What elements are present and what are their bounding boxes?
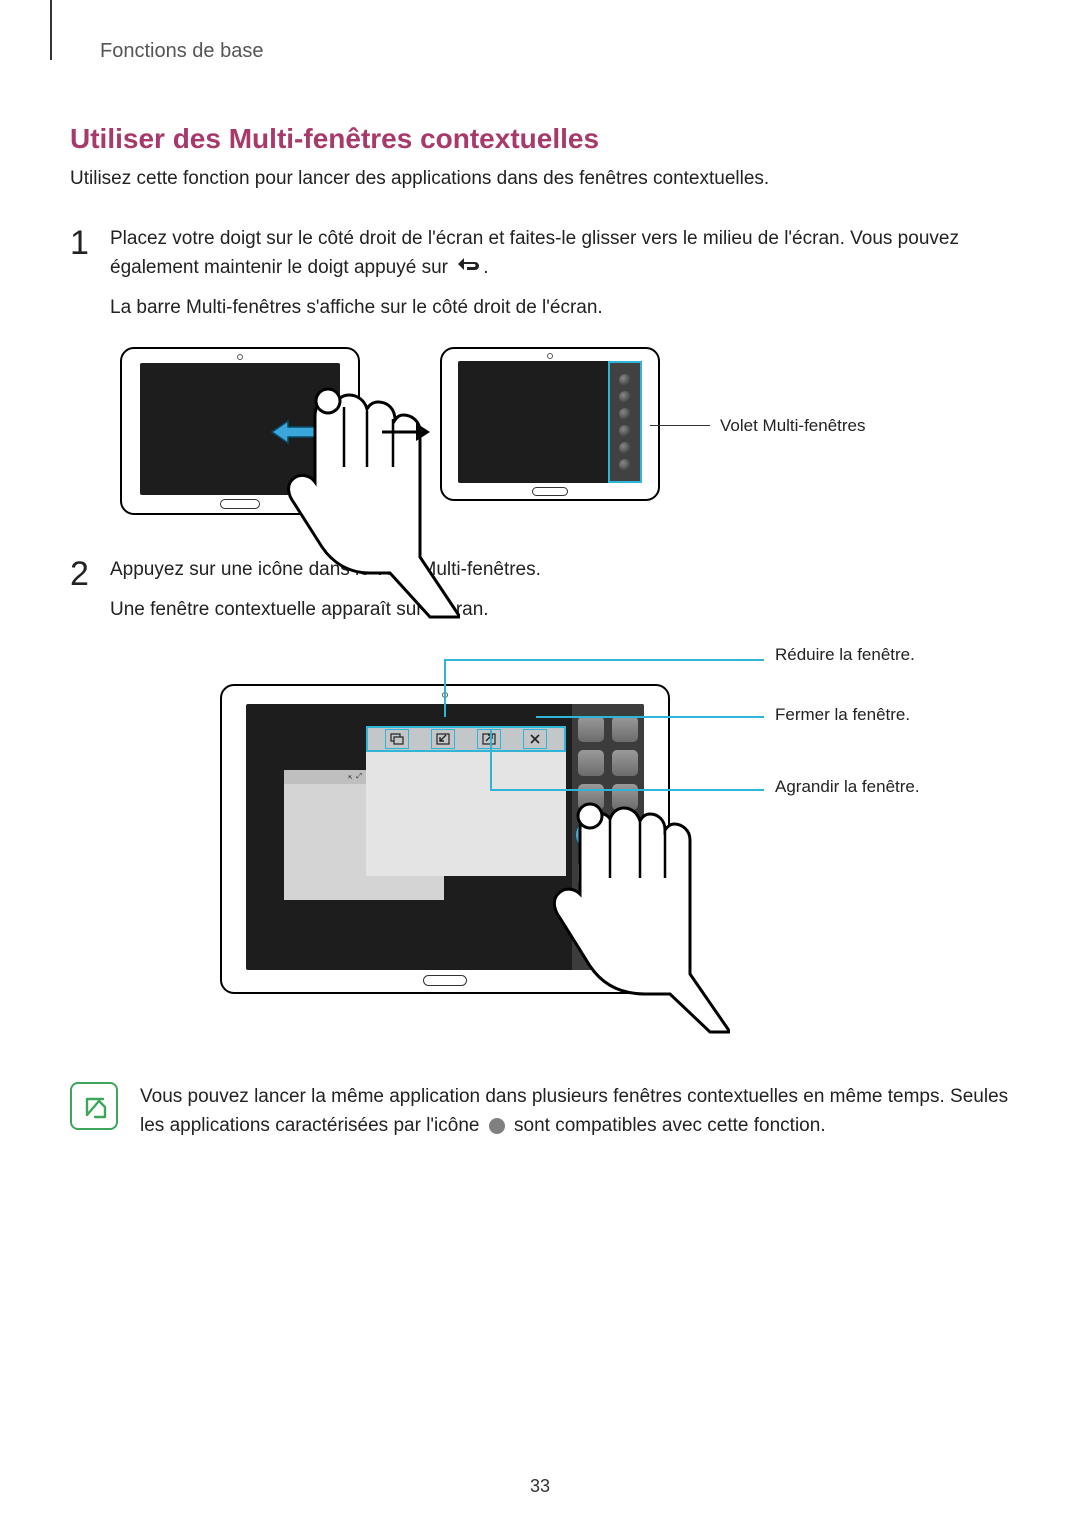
step1-text-b: . [483,257,488,278]
note-text: Vous pouvez lancer la même application d… [140,1082,1010,1141]
step2-text: Appuyez sur une icône dans le volet Mult… [110,555,1010,584]
tablet-popup: ⇱⤢⤡× [220,684,670,994]
figure-2: ⇱⤢⤡× [220,644,970,1054]
arrow-right-icon [380,419,430,445]
step-number: 2 [70,555,110,624]
gutter-mark [50,0,52,60]
callout-minimize-vline [444,659,446,717]
multi-support-icon [489,1118,505,1134]
tablet-after [440,347,660,501]
tablet-before-screen [140,363,340,495]
page-number: 33 [0,1476,1080,1497]
back-icon [455,253,481,282]
callout-maximize: Agrandir la fenêtre. [775,776,925,798]
callout-close: Fermer la fenêtre. [775,704,925,726]
step-2: 2 Appuyez sur une icône dans le volet Mu… [70,555,1010,624]
note-icon [70,1082,118,1130]
step-body: Appuyez sur une icône dans le volet Mult… [110,555,1010,624]
popup-titlebar [366,726,566,752]
page: Fonctions de base Utiliser des Multi-fen… [0,0,1080,1527]
minimize-icon [431,729,455,749]
step1-text-a: Placez votre doigt sur le côté droit de … [110,228,959,278]
popup-thumbnail-icon [385,729,409,749]
intro-text: Utilisez cette fonction pour lancer des … [70,165,1010,194]
callout-tray-label: Volet Multi-fenêtres [720,415,920,437]
callout-close-hline [536,716,764,718]
figure-1: Volet Multi-fenêtres [120,347,1010,515]
tablet-before [120,347,360,515]
step2-followup: Une fenêtre contextuelle apparaît sur l'… [110,595,1010,624]
tablet-after-screen [458,361,642,483]
section-heading: Utiliser des Multi-fenêtres contextuelle… [70,123,1010,155]
callout-line [650,425,710,426]
step1-followup: La barre Multi-fenêtres s'affiche sur le… [110,293,1010,322]
callout-maximize-vline [490,729,492,789]
maximize-icon [477,729,501,749]
note-block: Vous pouvez lancer la même application d… [70,1082,1010,1141]
callout-minimize: Réduire la fenêtre. [775,644,925,666]
multiwindow-tray-large [572,704,644,970]
close-icon [523,729,547,749]
selected-app-icon [576,820,606,850]
multiwindow-tray [608,361,642,483]
callout-minimize-hline [444,659,764,661]
step-1: 1 Placez votre doigt sur le côté droit d… [70,224,1010,323]
callout-maximize-hline [490,789,764,791]
breadcrumb: Fonctions de base [100,40,1010,63]
tablet-popup-screen: ⇱⤢⤡× [246,704,644,970]
step-number: 1 [70,224,110,323]
front-popup-window [366,726,566,876]
note-text-b: sont compatibles avec cette fonction. [514,1115,826,1136]
step-body: Placez votre doigt sur le côté droit de … [110,224,1010,323]
